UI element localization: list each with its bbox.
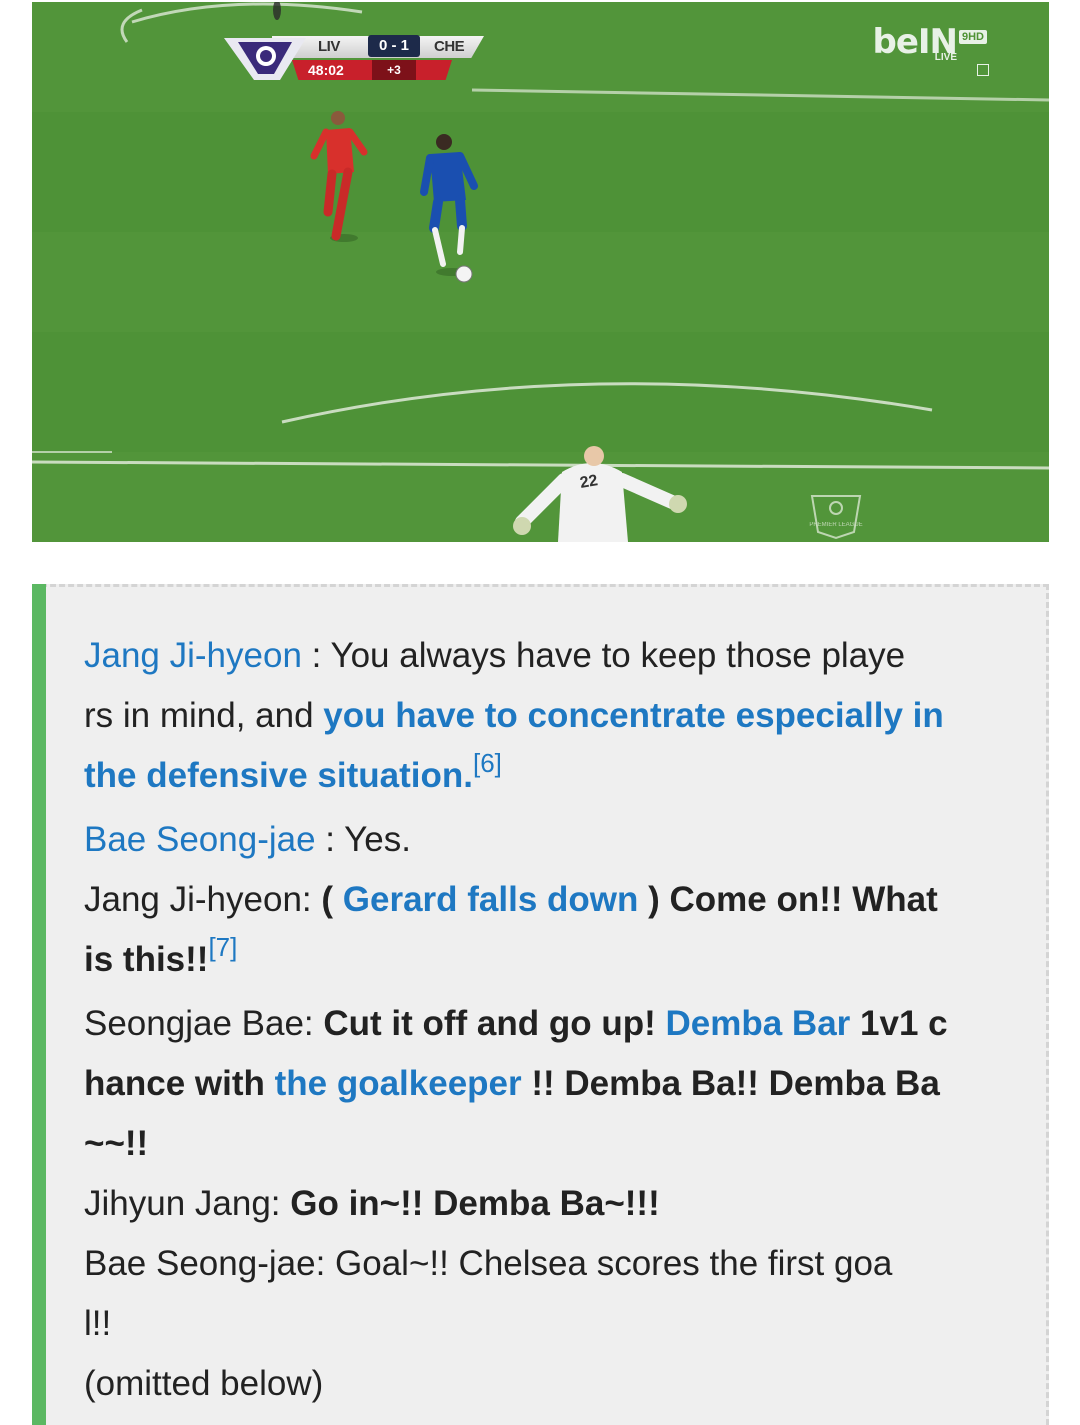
dialogue-text: Bae Seong-jae: Goal~!! Chelsea scores th… <box>84 1244 893 1283</box>
transcript-line: Jang Ji-hyeon : You always have to keep … <box>84 626 1014 686</box>
bold-dialogue: hance with <box>84 1064 275 1103</box>
home-team-label: LIV <box>318 38 340 55</box>
paren-open: ( <box>321 880 343 919</box>
match-clock: 48:02 <box>308 62 344 78</box>
pitch-graphic: 22 <box>32 2 1049 542</box>
highlight-link[interactable]: you have to concentrate especially in <box>323 696 944 735</box>
transcript-line: hance with the goalkeeper !! Demba Ba!! … <box>84 1054 1014 1114</box>
match-broadcast-image: 22 LIV 0 - 1 CHE 48:02 +3 beIN 9HD LIVE … <box>32 2 1049 542</box>
transcript-line: ~~!! <box>84 1114 1014 1174</box>
transcript-line: (omitted below) <box>84 1354 1014 1414</box>
added-time: +3 <box>372 60 416 80</box>
speaker-label: Jang Ji-hyeon: <box>84 880 322 919</box>
highlight-link[interactable]: the defensive situation. <box>84 756 473 795</box>
speaker-label: Jihyun Jang: <box>84 1184 291 1223</box>
bold-dialogue: Come on!! What <box>669 880 938 919</box>
speaker-label: Seongjae Bae: <box>84 1004 324 1043</box>
bold-dialogue: Cut it off and go up! <box>323 1004 666 1043</box>
dialogue-text: l!! <box>84 1304 112 1343</box>
scoreboard: LIV 0 - 1 CHE 48:02 +3 <box>222 34 522 92</box>
league-badge-icon: PREMIER LEAGUE <box>809 495 863 540</box>
transcript-line: is this!![7] <box>84 930 1014 994</box>
transcript-line: the defensive situation.[6] <box>84 746 1014 810</box>
transcript-line: Jihyun Jang: Go in~!! Demba Ba~!!! <box>84 1174 1014 1234</box>
live-label: LIVE <box>934 52 957 63</box>
speaker-link[interactable]: Jang Ji-hyeon <box>84 636 302 675</box>
transcript-line: l!! <box>84 1294 1014 1354</box>
quote-accent-bar <box>32 584 46 1425</box>
bold-dialogue: !! Demba Ba!! Demba Ba <box>521 1064 940 1103</box>
dialogue-text: : Yes. <box>315 820 411 859</box>
transcript-line: Bae Seong-jae: Goal~!! Chelsea scores th… <box>84 1234 1014 1294</box>
bold-dialogue: 1v1 c <box>850 1004 948 1043</box>
svg-text:22: 22 <box>579 472 600 492</box>
away-team-label: CHE <box>434 38 465 55</box>
footnote-ref-6[interactable]: [6] <box>473 748 502 778</box>
bold-dialogue: Go in~!! Demba Ba~!!! <box>290 1184 660 1223</box>
highlight-link[interactable]: Gerard falls down <box>343 880 639 919</box>
commentary-transcript: Jang Ji-hyeon : You always have to keep … <box>84 626 1014 1414</box>
svg-text:PREMIER LEAGUE: PREMIER LEAGUE <box>809 522 862 528</box>
highlight-link[interactable]: Demba Bar <box>666 1004 851 1043</box>
premier-league-logo-icon <box>224 38 306 80</box>
transcript-line: Seongjae Bae: Cut it off and go up! Demb… <box>84 994 1014 1054</box>
bold-dialogue: ~~!! <box>84 1124 149 1163</box>
transcript-line: Bae Seong-jae : Yes. <box>84 810 1014 870</box>
highlight-link[interactable]: the goalkeeper <box>275 1064 522 1103</box>
transcript-line: rs in mind, and you have to concentrate … <box>84 686 1014 746</box>
live-indicator-icon <box>977 64 989 76</box>
hd-badge: 9HD <box>958 30 987 44</box>
omitted-note: (omitted below) <box>84 1364 324 1403</box>
speaker-link[interactable]: Bae Seong-jae <box>84 820 316 859</box>
dialogue-text: rs in mind, and <box>84 696 324 735</box>
dialogue-text: : You always have to keep those playe <box>301 636 906 675</box>
bold-dialogue: is this!! <box>84 940 209 979</box>
paren-close: ) <box>638 880 670 919</box>
transcript-line: Jang Ji-hyeon: ( Gerard falls down ) Com… <box>84 870 1014 930</box>
footnote-ref-7[interactable]: [7] <box>208 932 237 962</box>
score-display: 0 - 1 <box>368 35 420 57</box>
